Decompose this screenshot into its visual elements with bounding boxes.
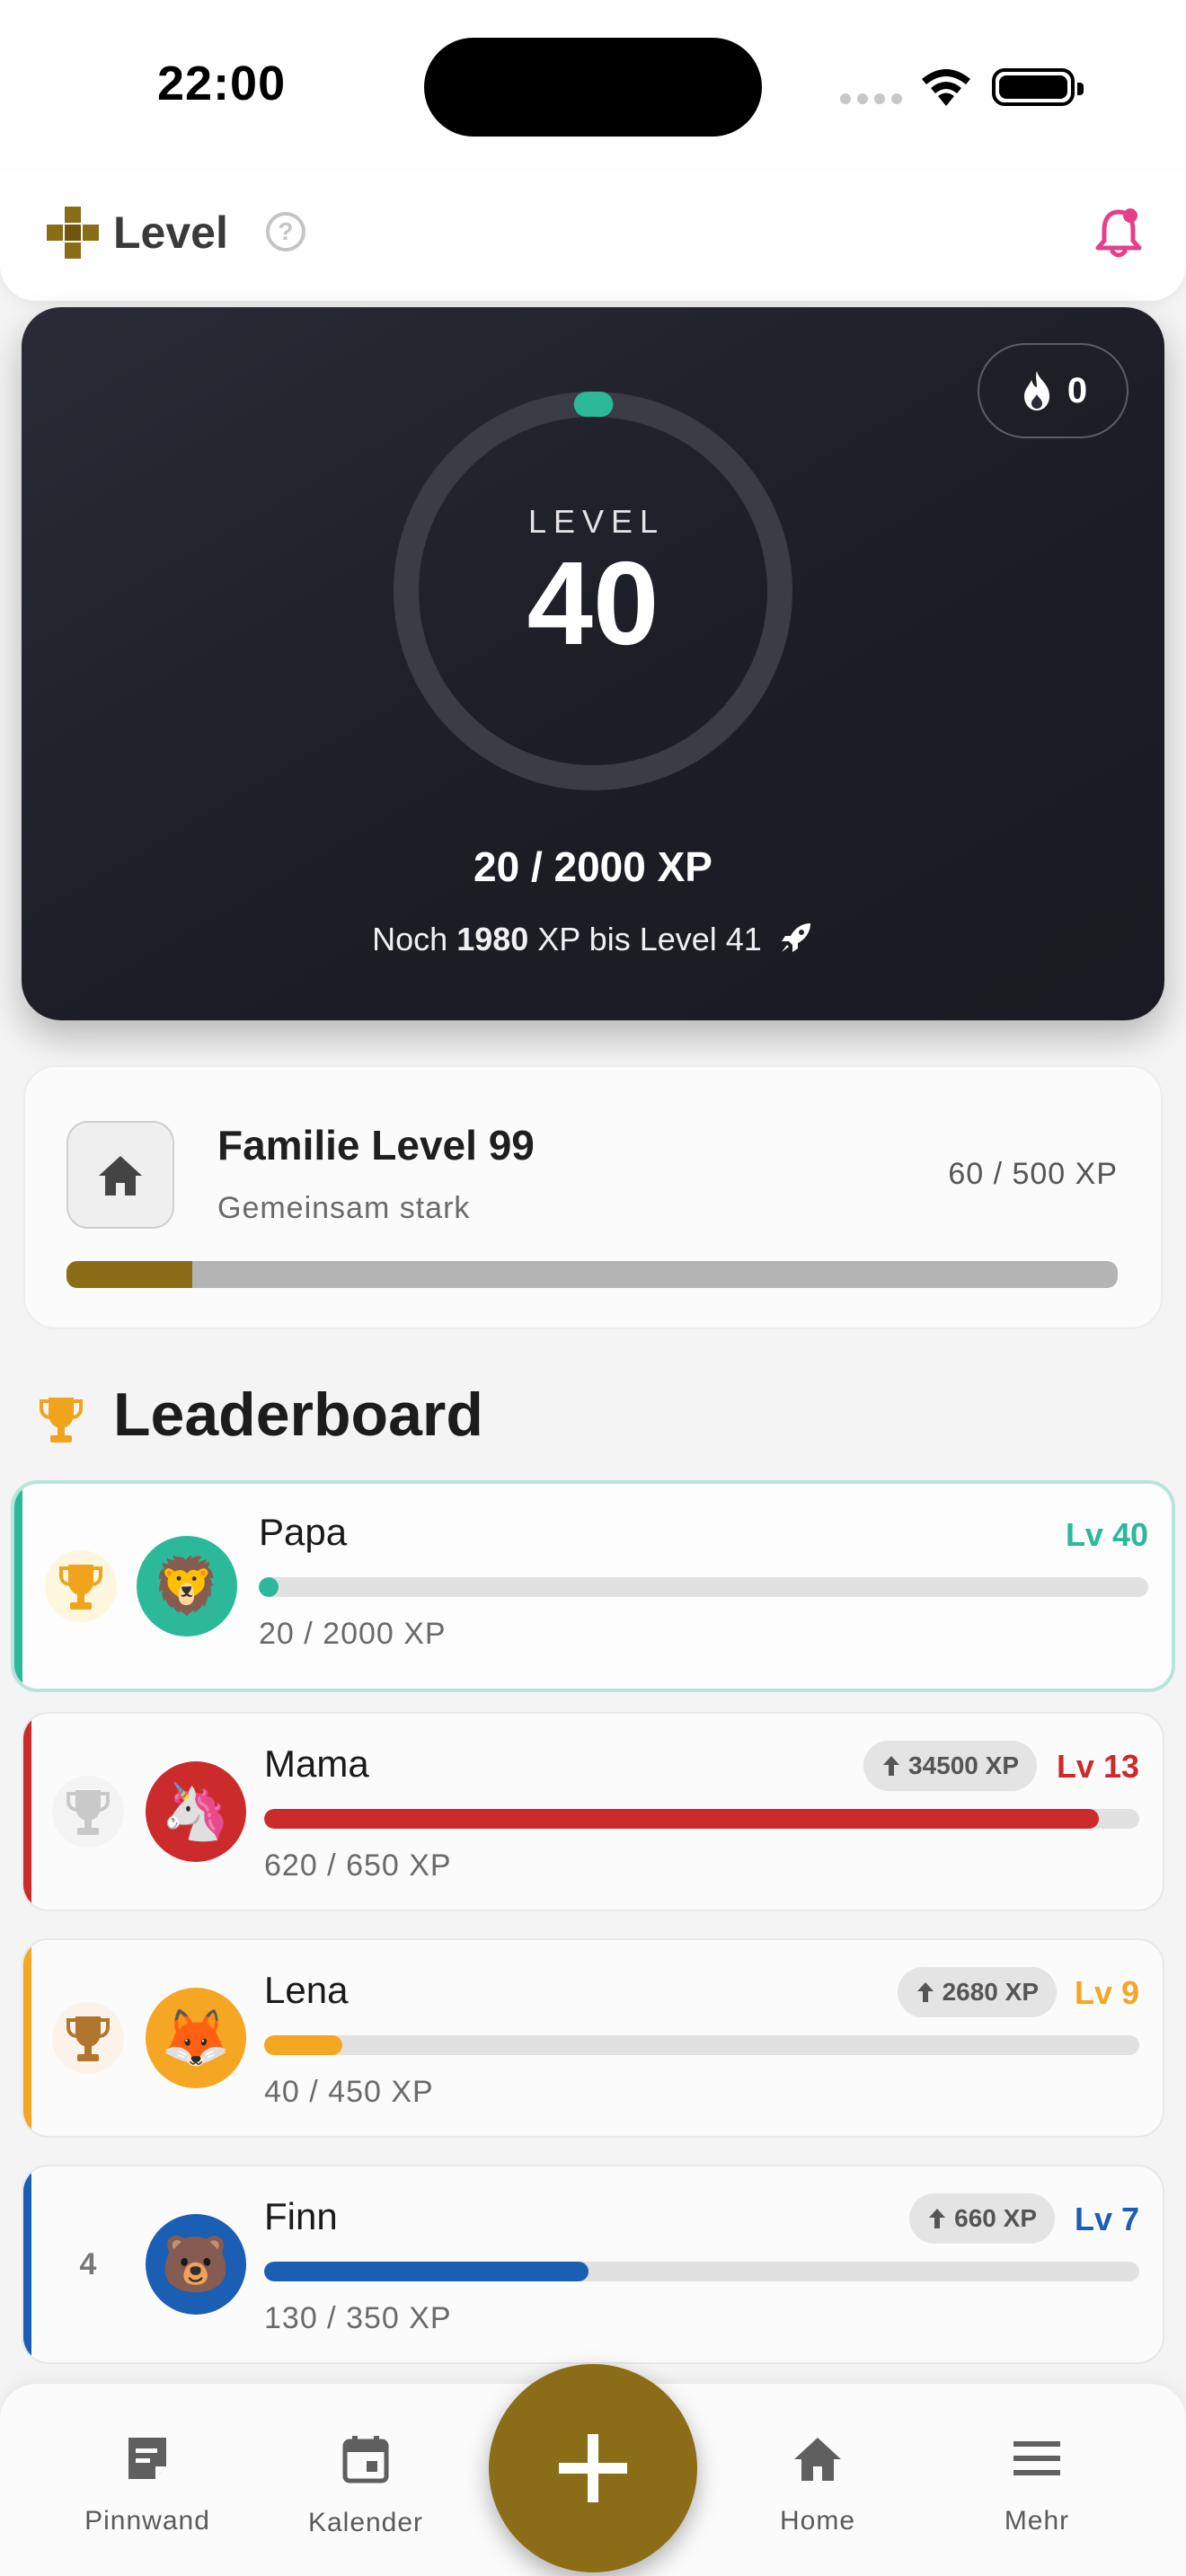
calendar-icon [342,2436,389,2483]
family-level-card[interactable] [23,1065,1163,1329]
menu-icon [1013,2441,1060,2475]
app-header: Level ? [0,171,1186,301]
arrow-up-icon [929,2209,946,2228]
member-xp: 40 / 450 XP [264,2075,434,2109]
avatar: 🦁 [137,1536,237,1636]
arrow-up-icon [883,1756,899,1776]
xp-gap-chip: 660 XP [909,2193,1055,2244]
nav-label-kalender: Kalender [307,2508,424,2537]
rank-trophy-icon [52,1776,124,1848]
home-icon [99,1156,142,1195]
member-level: Lv 40 [1065,1516,1148,1553]
note-icon [128,2438,166,2479]
leaderboard-title: Leaderboard [113,1381,483,1449]
family-title: Familie Level 99 [217,1122,535,1169]
row-accent [23,2166,31,2362]
member-name: Finn [264,2195,338,2237]
rank-trophy-icon [45,1550,117,1622]
bell-alert-icon[interactable] [1091,205,1146,260]
member-progress-bar [259,1577,1148,1597]
streak-chip[interactable]: 0 [978,343,1128,438]
avatar: 🐻 [146,2214,246,2315]
xp-gap-chip: 2680 XP [897,1967,1057,2017]
family-home-icon-box [66,1121,174,1229]
member-name: Lena [264,1969,349,2011]
row-accent [14,1484,22,1689]
avatar: 🦄 [146,1761,246,1862]
nav-item-home[interactable]: Home [728,2434,907,2536]
add-button[interactable] [489,2364,697,2572]
question-circle-icon[interactable]: ? [266,212,305,251]
xp-total: 20 / 2000 XP [474,843,712,890]
member-xp: 620 / 650 XP [264,1848,452,1883]
member-level: Lv 13 [1056,1748,1139,1785]
gamepad-cross-icon [47,207,99,259]
family-progress-bar [66,1261,1118,1288]
row-accent [23,1940,31,2136]
dynamic-island [424,38,762,137]
member-progress-bar [264,1809,1139,1829]
member-xp: 130 / 350 XP [264,2301,452,2335]
xp-gap-chip: 34500 XP [863,1741,1037,1791]
rocket-icon [781,923,810,952]
avatar: 🦊 [146,1988,246,2088]
family-xp: 60 / 500 XP [948,1157,1118,1191]
nav-label-mehr: Mehr [1004,2506,1070,2536]
member-progress-bar [264,2035,1139,2055]
flame-icon [1023,371,1049,410]
home-icon [794,2438,841,2481]
level-number: 40 [527,537,659,669]
member-level: Lv 7 [1074,2201,1139,2237]
nav-label-pinnwand: Pinnwand [84,2506,210,2536]
streak-value: 0 [1067,370,1088,410]
cellular-signal-icon [840,93,902,104]
status-bar: 22:00 [0,0,1186,171]
status-time: 22:00 [157,57,287,110]
page-title: Level [113,207,228,258]
wifi-icon [922,69,970,106]
nav-item-mehr[interactable]: Mehr [947,2434,1127,2536]
member-name: Papa [259,1511,348,1553]
member-progress-bar [264,2262,1139,2281]
xp-remaining-text: Noch 1980 XP bis Level 41 [0,920,1186,958]
nav-item-pinnwand[interactable]: Pinnwand [58,2434,237,2536]
member-level: Lv 9 [1074,1974,1139,2011]
row-accent [23,1714,31,1910]
rank-number: 4 [79,2246,97,2281]
member-name: Mama [264,1742,369,1785]
battery-icon [992,68,1084,106]
member-xp: 20 / 2000 XP [259,1617,447,1651]
level-caption: LEVEL [527,503,666,540]
trophy-icon [40,1398,83,1442]
nav-item-kalender[interactable]: Kalender [276,2434,456,2538]
plus-icon [559,2434,627,2502]
family-subtitle: Gemeinsam stark [217,1191,471,1225]
rank-trophy-icon [52,2002,124,2074]
arrow-up-icon [916,1982,934,2002]
nav-label-home: Home [779,2506,856,2536]
